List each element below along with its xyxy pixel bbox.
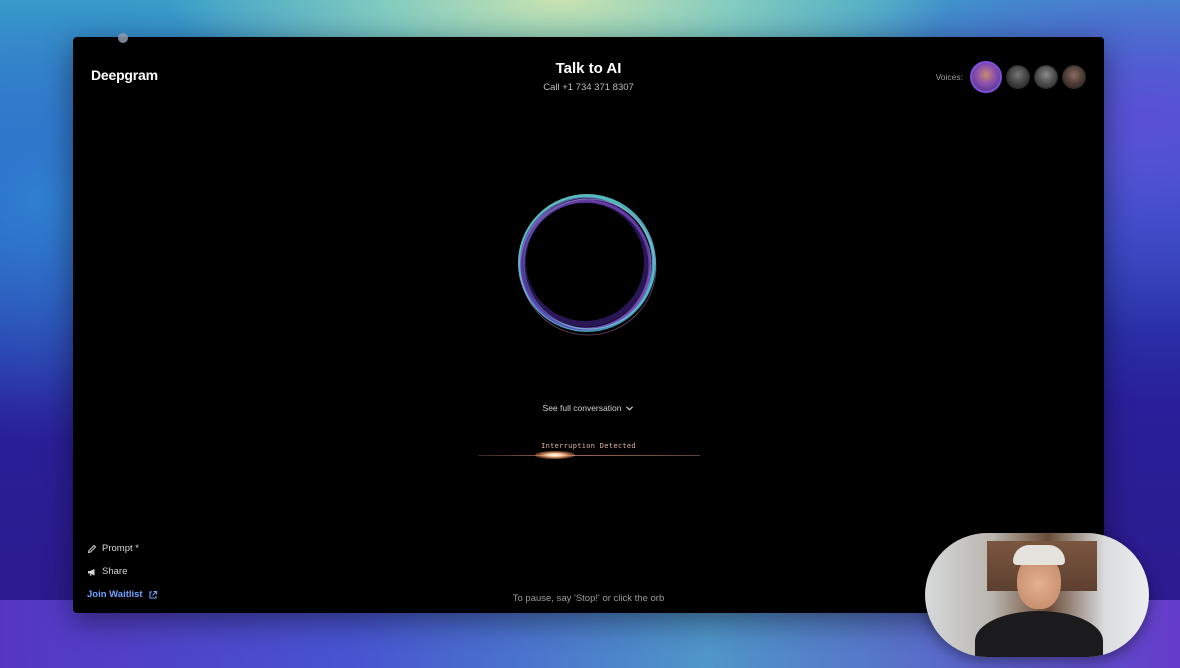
voice-orb[interactable]	[507, 185, 667, 345]
presenter-cap	[1013, 545, 1065, 565]
presenter-shirt	[975, 611, 1103, 657]
share-button[interactable]: Share	[87, 566, 158, 577]
voices-label: Voices:	[935, 72, 963, 82]
side-menu: Prompt * Share Join Waitlist	[87, 543, 158, 600]
chevron-down-icon	[626, 406, 634, 411]
see-conversation-button[interactable]: See full conversation	[73, 403, 1104, 413]
prompt-label: Prompt *	[102, 543, 139, 554]
voice-avatar-3[interactable]	[1034, 65, 1058, 89]
voice-selector: Voices:	[936, 61, 1086, 93]
voice-avatar-1[interactable]	[970, 61, 1002, 93]
megaphone-icon	[88, 568, 95, 576]
share-label: Share	[102, 566, 128, 577]
audio-level-flare	[535, 451, 575, 459]
app-window: Deepgram Talk to AI Call +1 734 371 8307…	[73, 37, 1104, 613]
mouse-cursor	[118, 33, 128, 43]
see-conversation-label: See full conversation	[542, 403, 622, 413]
prompt-button[interactable]: Prompt *	[87, 543, 158, 554]
voice-avatar-2[interactable]	[1006, 65, 1030, 89]
pencil-icon	[87, 544, 97, 553]
webcam-overlay	[925, 533, 1149, 657]
interruption-status: Interruption Detected	[541, 442, 636, 450]
voice-avatar-4[interactable]	[1062, 65, 1086, 89]
audio-level-line	[478, 455, 700, 456]
